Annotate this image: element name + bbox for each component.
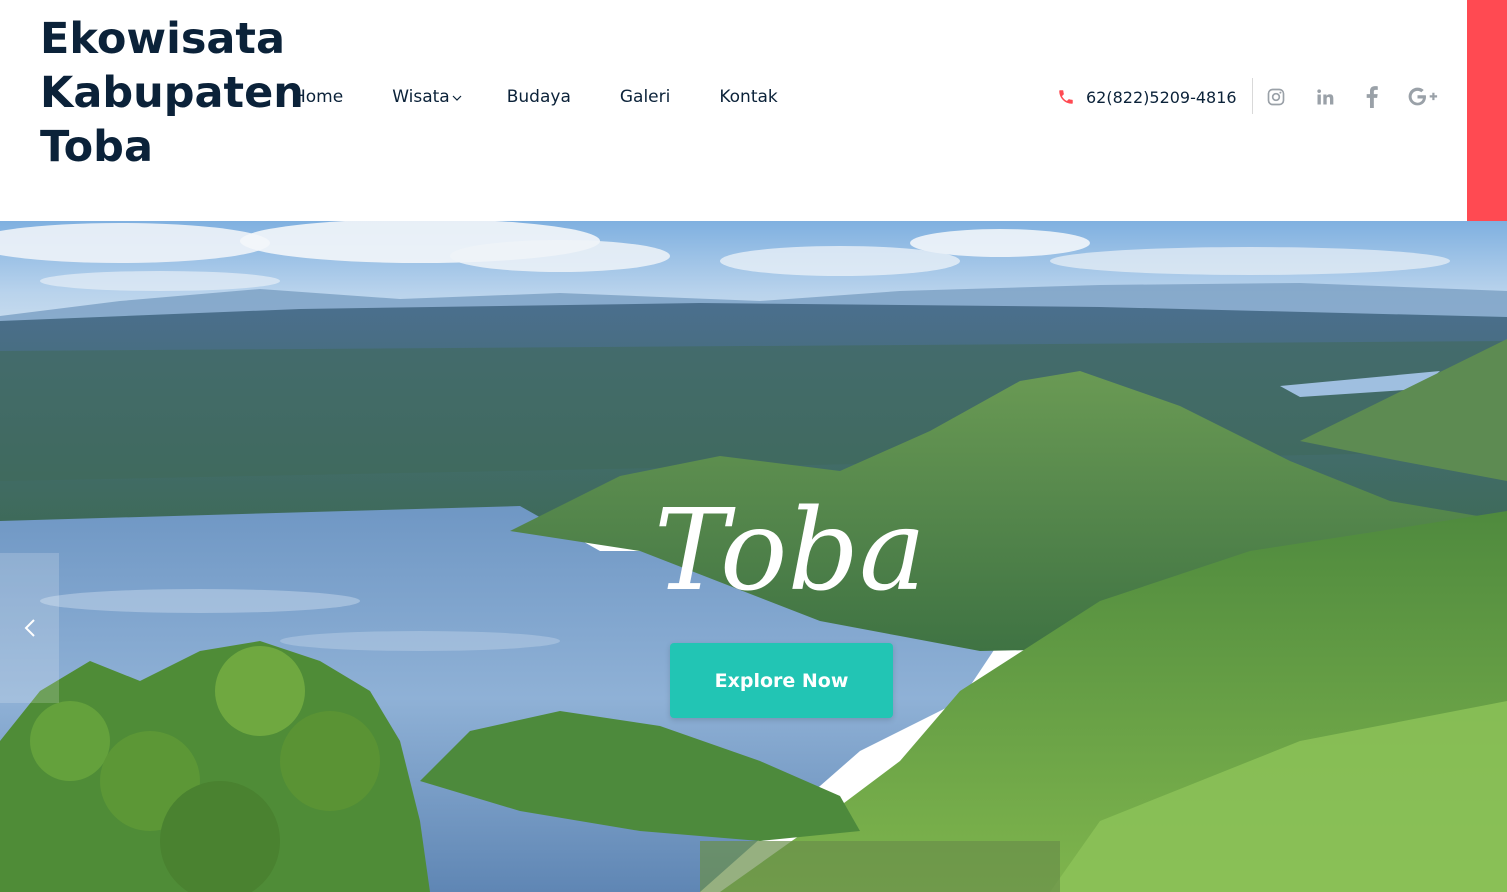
accent-strip — [1467, 0, 1507, 221]
site-header: Ekowisata Kabupaten Toba Home Wisata Bud… — [0, 0, 1507, 221]
instagram-icon[interactable] — [1264, 85, 1288, 109]
hero-title: Toba — [654, 486, 926, 616]
facebook-icon[interactable] — [1360, 85, 1384, 109]
chevron-down-icon — [452, 95, 462, 101]
slider-prev-button[interactable] — [0, 553, 59, 703]
nav-item-wisata-label: Wisata — [392, 87, 450, 107]
contact-phone[interactable]: 62(822)5209-4816 — [1057, 82, 1237, 112]
header-divider — [1252, 78, 1253, 114]
brand-line-3: Toba — [40, 122, 153, 172]
hero-title-text: Toba — [654, 486, 926, 616]
nav-item-kontak[interactable]: Kontak — [719, 84, 777, 110]
nav-item-home[interactable]: Home — [293, 84, 343, 110]
brand-line-1: Ekowisata — [40, 14, 286, 64]
linkedin-icon[interactable] — [1313, 85, 1337, 109]
google-plus-icon[interactable] — [1408, 85, 1438, 109]
main-nav: Home Wisata Budaya Galeri Kontak — [293, 84, 778, 110]
site-logo-text[interactable]: Ekowisata Kabupaten Toba — [40, 12, 304, 174]
nav-item-budaya[interactable]: Budaya — [507, 84, 571, 110]
explore-now-button[interactable]: Explore Now — [670, 643, 893, 718]
phone-number: 62(822)5209-4816 — [1086, 87, 1237, 107]
brand-line-2: Kabupaten — [40, 68, 304, 118]
phone-icon — [1059, 90, 1073, 104]
hero-slider: Toba Explore Now — [0, 221, 1507, 892]
nav-item-wisata[interactable]: Wisata — [392, 84, 462, 110]
nav-item-galeri[interactable]: Galeri — [620, 84, 671, 110]
chevron-left-icon — [24, 619, 35, 637]
